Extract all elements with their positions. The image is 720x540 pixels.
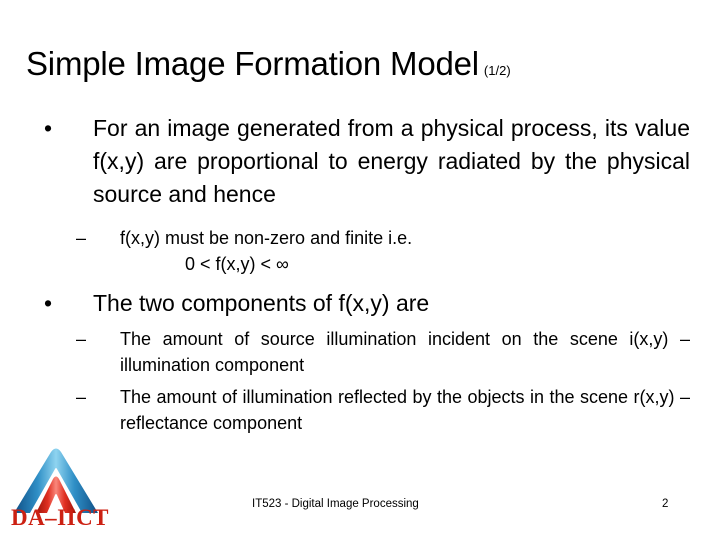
bullet-item-1: • For an image generated from a physical… xyxy=(0,112,720,211)
slide-content: • For an image generated from a physical… xyxy=(0,112,720,436)
sub-bullet-text: The amount of illumination reflected by … xyxy=(120,387,690,433)
sub-bullet-text: f(x,y) must be non-zero and finite i.e. xyxy=(120,228,413,248)
bullet-text: For an image generated from a physical p… xyxy=(93,115,690,207)
sub-bullet-text: The amount of source illumination incide… xyxy=(120,329,690,375)
bullet-item-2: • The two components of f(x,y) are xyxy=(0,287,720,320)
sub-bullet-marker-dash: – xyxy=(76,329,87,349)
page-title-text: Simple Image Formation Model xyxy=(26,45,479,82)
sub-bullet-item-1: – f(x,y) must be non-zero and finite i.e… xyxy=(0,225,720,251)
page-title-part-indicator: (1/2) xyxy=(483,63,511,78)
bullet-marker-dot: • xyxy=(44,115,53,141)
page-title: Simple Image Formation Model (1/2) xyxy=(26,44,698,91)
bullet-text: The two components of f(x,y) are xyxy=(93,290,430,316)
bullet-marker-dot: • xyxy=(44,290,53,316)
sub-bullet-item-3: – The amount of illumination reflected b… xyxy=(0,384,720,436)
sub-bullet-item-2: – The amount of source illumination inci… xyxy=(0,326,720,378)
daiict-logo: DA–IICT xyxy=(4,443,116,535)
sub-bullet-marker-dash: – xyxy=(76,228,87,248)
sub-bullet-marker-dash: – xyxy=(76,387,87,407)
math-expression: 0 < f(x,y) < ∞ xyxy=(185,254,289,274)
footer-course-label: IT523 - Digital Image Processing xyxy=(252,498,419,510)
slide-page-number: 2 xyxy=(662,498,669,510)
logo-wordmark: DA–IICT xyxy=(10,505,110,530)
